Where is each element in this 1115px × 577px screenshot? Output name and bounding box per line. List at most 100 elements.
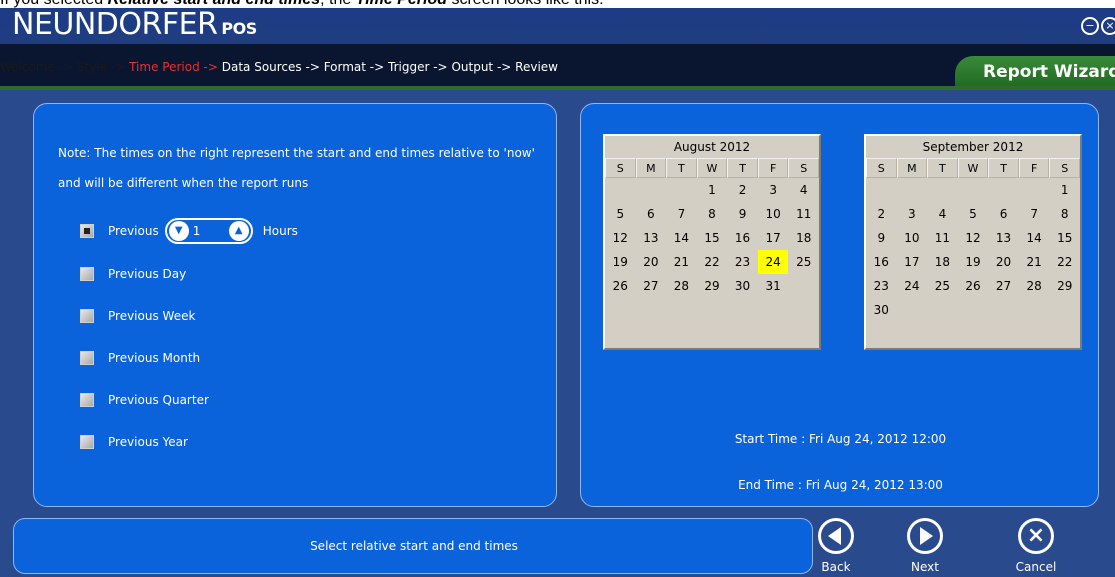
calendar-day[interactable]: 13 xyxy=(988,226,1019,250)
calendar-day[interactable]: 4 xyxy=(927,202,958,226)
calendar-day[interactable]: 28 xyxy=(666,274,697,298)
calendar-day[interactable]: 31 xyxy=(758,274,789,298)
calendar-day[interactable]: 7 xyxy=(1019,202,1050,226)
option-checkbox[interactable] xyxy=(80,309,94,323)
calendar-day[interactable]: 17 xyxy=(897,250,928,274)
cancel-label[interactable]: Cancel xyxy=(996,560,1076,574)
breadcrumb-item[interactable]: Format -> xyxy=(324,60,385,74)
close-window-icon[interactable]: × xyxy=(1101,17,1115,35)
hours-stepper[interactable]: ▼ 1 ▲ xyxy=(164,218,253,244)
calendar-august: August 2012 S M T W T F S 1 2 3 4 5 6 7 8 9 10 11 12 13 14 15… xyxy=(603,134,821,350)
calendar-day[interactable]: 15 xyxy=(697,226,728,250)
calendar-day[interactable]: 21 xyxy=(1019,250,1050,274)
minimize-icon[interactable]: − xyxy=(1081,17,1099,35)
calendar-day[interactable]: 1 xyxy=(697,178,728,202)
stepper-up-icon[interactable]: ▲ xyxy=(228,221,249,241)
option-previous-year[interactable]: Previous Year xyxy=(80,432,188,452)
calendar-day[interactable]: 3 xyxy=(897,202,928,226)
calendar-day[interactable]: 14 xyxy=(666,226,697,250)
breadcrumb-item[interactable]: Trigger -> xyxy=(388,60,448,74)
breadcrumb-item[interactable]: Review xyxy=(515,60,558,74)
calendar-day[interactable]: 23 xyxy=(727,250,758,274)
calendar-day[interactable]: 6 xyxy=(988,202,1019,226)
calendar-day[interactable]: 24 xyxy=(897,274,928,298)
next-button[interactable]: Next xyxy=(885,518,965,577)
breadcrumb-item[interactable]: Data Sources -> xyxy=(222,60,320,74)
calendar-day[interactable]: 9 xyxy=(866,226,897,250)
calendar-day[interactable]: 19 xyxy=(958,250,989,274)
calendar-day[interactable]: 1 xyxy=(1049,178,1080,202)
back-label[interactable]: Back xyxy=(796,560,876,574)
calendar-day-selected[interactable]: 24 xyxy=(757,250,789,274)
calendar-day[interactable]: 27 xyxy=(988,274,1019,298)
calendar-day[interactable]: 13 xyxy=(636,226,667,250)
stepper-down-icon[interactable]: ▼ xyxy=(168,221,189,241)
calendar-day[interactable]: 7 xyxy=(666,202,697,226)
option-previous-quarter[interactable]: Previous Quarter xyxy=(80,390,209,410)
option-checkbox[interactable] xyxy=(80,435,94,449)
calendar-day[interactable]: 3 xyxy=(758,178,789,202)
hours-stepper-value[interactable]: 1 xyxy=(189,224,229,238)
option-previous-hours[interactable]: Previous ▼ 1 ▲ Hours xyxy=(80,218,298,244)
option-checkbox[interactable] xyxy=(80,351,94,365)
calendar-day[interactable]: 27 xyxy=(636,274,667,298)
back-icon[interactable] xyxy=(818,518,854,554)
next-label[interactable]: Next xyxy=(885,560,965,574)
calendar-day[interactable]: 26 xyxy=(605,274,636,298)
calendar-day[interactable]: 22 xyxy=(697,250,728,274)
calendar-day[interactable]: 10 xyxy=(897,226,928,250)
option-previous-month[interactable]: Previous Month xyxy=(80,348,200,368)
option-previous-week[interactable]: Previous Week xyxy=(80,306,195,326)
calendar-day[interactable]: 4 xyxy=(788,178,819,202)
calendar-day[interactable]: 2 xyxy=(866,202,897,226)
calendar-day[interactable]: 17 xyxy=(758,226,789,250)
calendar-day[interactable]: 29 xyxy=(1049,274,1080,298)
calendar-panel: August 2012 S M T W T F S 1 2 3 4 5 6 7 8 9 10 11 12 13 14 15… xyxy=(580,103,1099,507)
calendar-day[interactable]: 6 xyxy=(636,202,667,226)
back-button[interactable]: Back xyxy=(796,518,876,577)
calendar-day[interactable]: 20 xyxy=(988,250,1019,274)
calendar-day[interactable]: 18 xyxy=(927,250,958,274)
calendar-day[interactable]: 12 xyxy=(958,226,989,250)
calendar-day[interactable]: 14 xyxy=(1019,226,1050,250)
calendar-blank xyxy=(927,178,958,202)
breadcrumb-item[interactable]: Time Period -> xyxy=(129,60,218,74)
calendar-day[interactable]: 30 xyxy=(727,274,758,298)
breadcrumb-item[interactable]: Welcome -> xyxy=(0,60,73,74)
calendar-day[interactable]: 8 xyxy=(697,202,728,226)
calendar-day[interactable]: 11 xyxy=(788,202,819,226)
option-checkbox[interactable] xyxy=(80,267,94,281)
option-previous-day[interactable]: Previous Day xyxy=(80,264,186,284)
document-caption: If you selected Relative start and end t… xyxy=(0,0,1115,8)
cancel-icon[interactable]: × xyxy=(1018,518,1054,554)
calendar-day[interactable]: 26 xyxy=(958,274,989,298)
calendar-day[interactable]: 16 xyxy=(866,250,897,274)
calendar-day[interactable]: 5 xyxy=(958,202,989,226)
calendar-day[interactable]: 9 xyxy=(727,202,758,226)
calendar-day[interactable]: 16 xyxy=(727,226,758,250)
calendar-day[interactable]: 12 xyxy=(605,226,636,250)
calendar-day[interactable]: 25 xyxy=(788,250,819,274)
calendar-day[interactable]: 18 xyxy=(788,226,819,250)
calendar-day[interactable]: 30 xyxy=(866,298,897,322)
calendar-day[interactable]: 15 xyxy=(1049,226,1080,250)
calendar-day[interactable]: 28 xyxy=(1019,274,1050,298)
cancel-button[interactable]: × Cancel xyxy=(996,518,1076,577)
calendar-day[interactable]: 21 xyxy=(666,250,697,274)
calendar-day[interactable]: 10 xyxy=(758,202,789,226)
breadcrumb-item[interactable]: Style -> xyxy=(77,60,125,74)
calendar-day[interactable]: 8 xyxy=(1049,202,1080,226)
calendar-day[interactable]: 25 xyxy=(927,274,958,298)
calendar-day[interactable]: 2 xyxy=(727,178,758,202)
calendar-day[interactable]: 23 xyxy=(866,274,897,298)
calendar-day[interactable]: 29 xyxy=(697,274,728,298)
option-checkbox[interactable] xyxy=(80,393,94,407)
calendar-day[interactable]: 11 xyxy=(927,226,958,250)
calendar-day[interactable]: 19 xyxy=(605,250,636,274)
calendar-day[interactable]: 5 xyxy=(605,202,636,226)
next-icon[interactable] xyxy=(907,518,943,554)
calendar-day[interactable]: 22 xyxy=(1049,250,1080,274)
breadcrumb-item[interactable]: Output -> xyxy=(451,60,511,74)
calendar-day[interactable]: 20 xyxy=(636,250,667,274)
option-checkbox[interactable] xyxy=(80,224,94,238)
